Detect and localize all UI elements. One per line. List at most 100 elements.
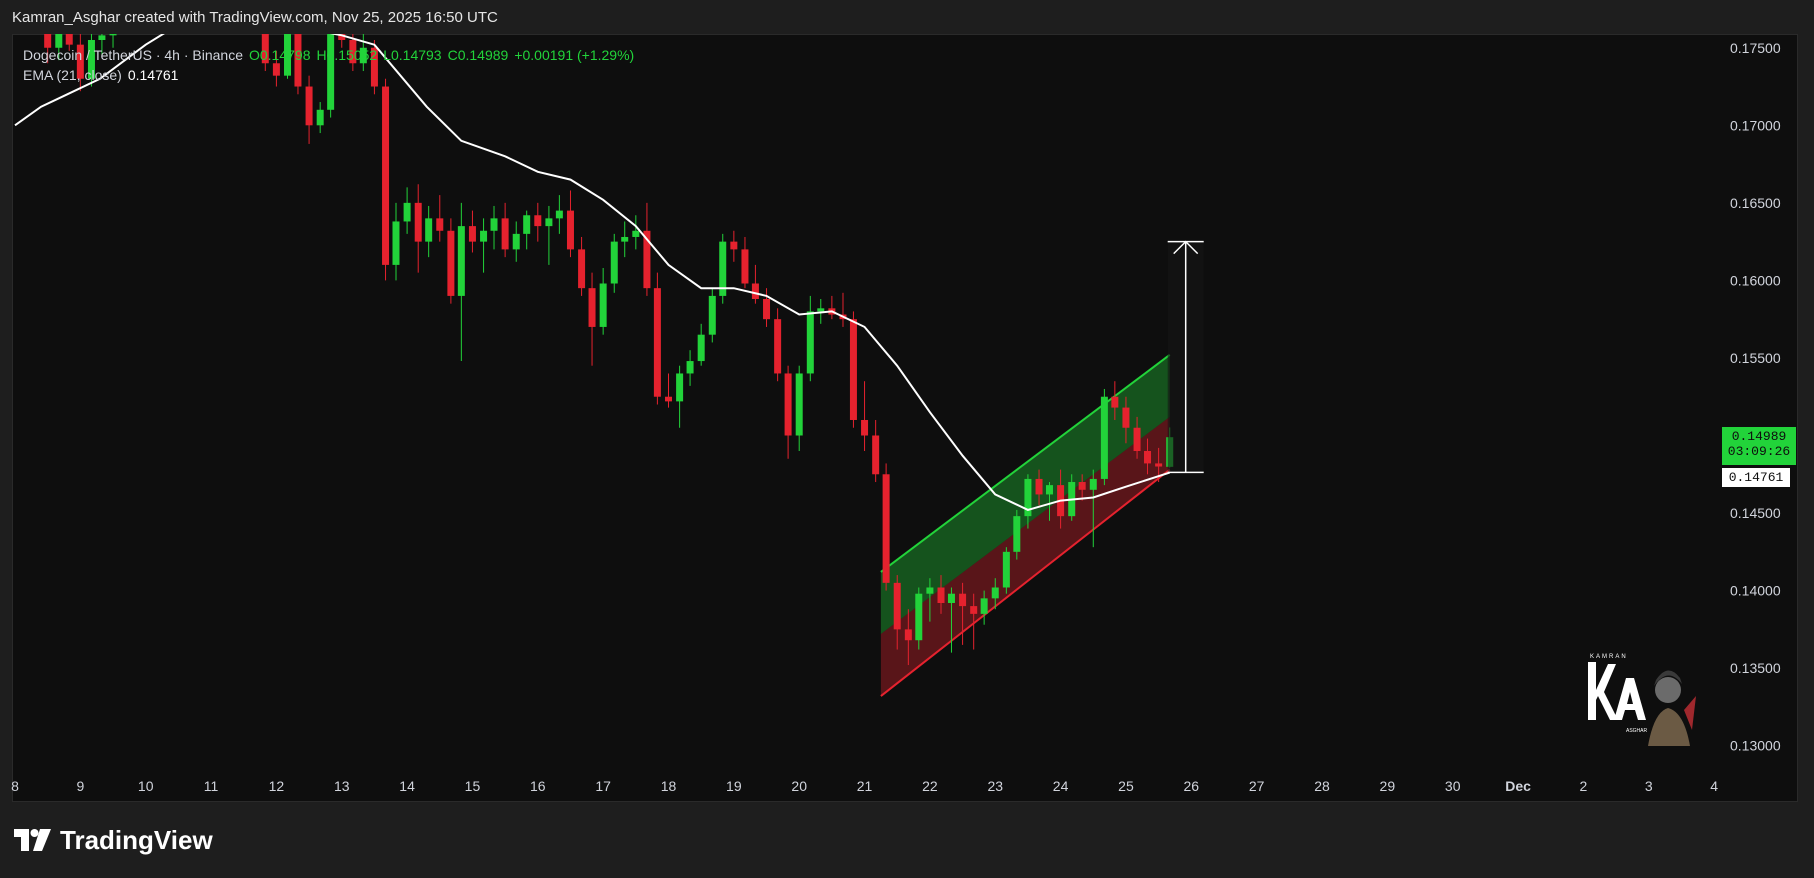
candle-bearish [414,202,422,242]
candle-bullish [980,598,988,614]
candle-bearish [272,63,280,76]
candle-bullish [947,593,955,604]
candle-bearish [959,593,967,607]
candle-bullish [512,233,520,250]
candle-bearish [65,34,73,45]
candle-bullish [425,218,433,242]
x-axis-tick: 16 [530,778,546,794]
candle-bearish [741,249,749,284]
candle-bearish [763,299,771,320]
candle-bullish [1045,485,1053,495]
tradingview-logo[interactable]: TradingView [14,825,213,856]
candle-bearish [534,215,542,227]
candle-bullish [327,34,335,110]
candle-bearish [774,319,782,374]
y-axis-tick: 0.17500 [1730,40,1781,56]
candle-bearish [1122,407,1130,428]
x-axis-tick: 15 [465,778,481,794]
x-axis-tick: 12 [269,778,285,794]
y-axis-tick: 0.16500 [1730,195,1781,211]
candle-bearish [261,34,269,64]
candle-bullish [359,47,367,64]
x-axis-tick: 28 [1314,778,1330,794]
price-chart[interactable]: 0.175000.170000.165000.160000.155000.150… [0,0,1814,878]
candle-bullish [555,210,563,219]
candle-bearish [904,629,912,641]
candle-bearish [588,288,596,327]
last-price-value: 0.14989 [1731,429,1787,444]
candle-bearish [370,47,378,87]
candle-bullish [697,334,705,362]
candle-bearish [349,40,357,64]
candle-bullish [708,295,716,335]
last-price-tag: 0.14989 03:09:26 [1722,427,1796,465]
candle-bullish [1089,478,1097,490]
candle-bullish [1002,551,1010,588]
x-axis-tick: 29 [1380,778,1396,794]
y-axis-tick: 0.14500 [1730,505,1781,521]
ema-line [14,34,1171,511]
tradingview-logo-icon [14,829,52,851]
candle-bearish [1144,451,1152,464]
candle-bullish [284,34,292,76]
x-axis-tick: 26 [1184,778,1200,794]
candle-bearish [447,230,455,296]
candle-bearish [730,241,738,250]
x-axis-tick: 9 [76,778,84,794]
footer-bar: TradingView [0,802,1814,878]
candle-bullish [621,236,629,242]
x-axis-tick: 17 [595,778,611,794]
candle-bullish [98,35,106,40]
x-axis-tick: 2 [1580,778,1588,794]
x-axis-tick: 23 [987,778,1003,794]
candle-bearish [1078,482,1086,490]
candle-bearish [882,474,890,583]
x-axis-tick: 20 [791,778,807,794]
candle-bearish [751,283,759,300]
y-axis-tick: 0.17000 [1730,117,1781,133]
candle-bearish [872,435,880,475]
tradingview-logo-text: TradingView [60,824,213,855]
candle-bearish [501,218,509,250]
candle-bearish [1155,463,1163,467]
candle-bearish [937,587,945,604]
candle-bearish [382,86,390,265]
candle-bearish [436,218,444,231]
x-axis-tick: 24 [1053,778,1069,794]
candle-bearish [76,44,84,79]
candle-bullish [686,361,694,374]
candle-bullish [632,230,640,237]
ema-price-tag: 0.14761 [1722,468,1790,487]
y-axis-tick: 0.16000 [1730,272,1781,288]
candle-bullish [915,593,923,641]
candle-bullish [109,34,117,36]
x-axis-tick: 30 [1445,778,1461,794]
candle-bullish [87,40,95,79]
candle-bullish [55,34,63,48]
candle-bullish [316,109,324,126]
candle-bearish [566,210,574,250]
candle-bullish [676,373,684,402]
candle-bearish [294,34,302,87]
candle-bearish [653,288,661,397]
x-axis-tick: 25 [1118,778,1134,794]
candle-bearish [1133,427,1141,452]
x-axis-tick: 18 [661,778,677,794]
candles [44,34,1174,666]
ema-price-value: 0.14761 [1728,470,1784,485]
candle-bullish [490,218,498,231]
candle-bearish [338,34,346,40]
candle-bearish [44,34,52,48]
author-watermark: KAMRAN ASGHAR [1588,654,1696,746]
candle-bearish [665,396,672,402]
candle-bullish [523,215,531,234]
x-axis-tick: 19 [726,778,742,794]
candle-bearish [1035,478,1043,495]
x-axis-tick: 10 [138,778,154,794]
candle-bearish [849,319,857,420]
candle-bullish [991,587,999,599]
svg-text:KAMRAN: KAMRAN [1590,654,1628,660]
candle-bearish [468,226,476,242]
bar-countdown: 03:09:26 [1727,444,1791,459]
x-axis-tick: 27 [1249,778,1265,794]
